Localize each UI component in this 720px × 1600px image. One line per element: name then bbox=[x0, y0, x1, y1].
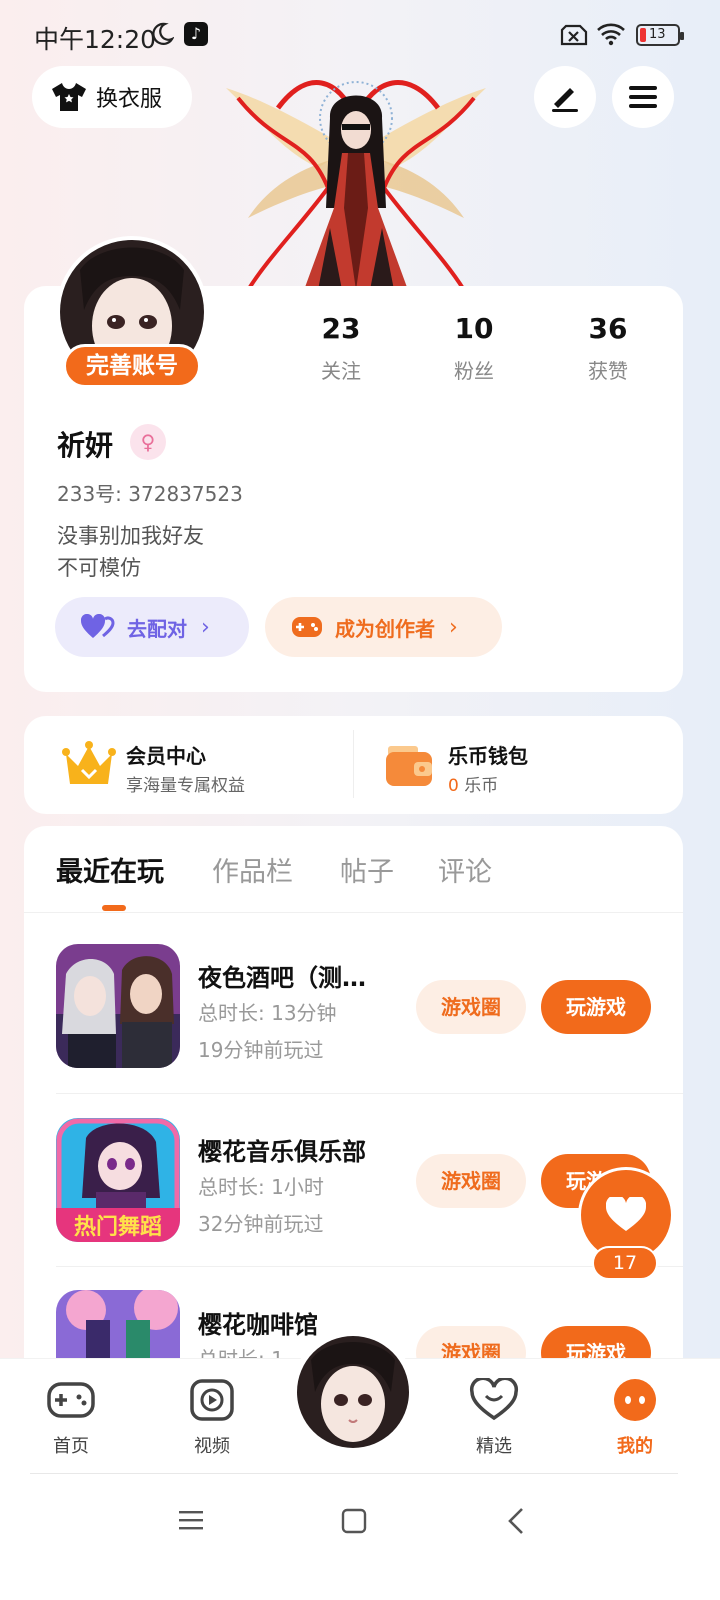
bio: 没事别加我好友 不可模仿 bbox=[57, 520, 204, 584]
member-divider bbox=[353, 730, 354, 798]
floating-like-count: 17 bbox=[592, 1246, 658, 1280]
play-game-button[interactable]: 玩游戏 bbox=[541, 980, 651, 1034]
change-outfit-button[interactable]: 换衣服 bbox=[32, 66, 192, 128]
hamburger-menu-icon bbox=[629, 86, 657, 108]
tab-divider bbox=[24, 912, 683, 913]
chevron-right-icon: › bbox=[201, 614, 210, 640]
wallet-unit: 乐币 bbox=[458, 776, 499, 796]
pair-label: 去配对 bbox=[127, 616, 187, 641]
nav-video-label: 视频 bbox=[194, 1436, 230, 1457]
become-creator-label: 成为创作者 bbox=[335, 616, 435, 641]
game-icon-caption: 热门舞蹈 bbox=[74, 1214, 162, 1240]
nav-home-label: 首页 bbox=[53, 1436, 89, 1457]
game-duration: 总时长: 1小时 bbox=[198, 1175, 324, 1199]
likes-count: 36 bbox=[588, 312, 628, 345]
bio-line-1: 没事别加我好友 bbox=[57, 524, 204, 548]
nav-divider bbox=[30, 1473, 678, 1474]
pair-button[interactable]: 去配对 › bbox=[55, 597, 249, 657]
female-gender-icon: ♀ bbox=[130, 424, 166, 460]
game-title: 樱花音乐俱乐部 bbox=[198, 1138, 366, 1166]
system-nav-bar bbox=[0, 1476, 720, 1600]
nav-featured[interactable]: 精选 bbox=[449, 1376, 539, 1458]
battery-icon: 13 bbox=[636, 24, 684, 46]
tab-recently-played[interactable]: 最近在玩 bbox=[56, 850, 164, 889]
wifi-icon bbox=[597, 23, 625, 46]
following-count: 23 bbox=[321, 312, 361, 345]
complete-account-badge[interactable]: 完善账号 bbox=[63, 344, 201, 388]
status-time: 中午12:20 bbox=[34, 25, 157, 54]
game-circle-button[interactable]: 游戏圈 bbox=[416, 980, 526, 1034]
bio-line-2: 不可模仿 bbox=[57, 556, 141, 580]
game-last-played: 32分钟前玩过 bbox=[198, 1212, 324, 1236]
tiktok-icon: ♪ bbox=[184, 22, 208, 46]
game-icon-sakura-music-club: 热门舞蹈 bbox=[56, 1118, 180, 1242]
home-square-icon[interactable] bbox=[341, 1508, 367, 1534]
nav-center-avatar[interactable] bbox=[291, 1330, 415, 1454]
tab-posts[interactable]: 帖子 bbox=[340, 850, 394, 889]
stat-followers[interactable]: 10 粉丝 bbox=[414, 312, 534, 384]
stat-following[interactable]: 23 关注 bbox=[281, 312, 401, 384]
edit-button[interactable] bbox=[534, 66, 596, 128]
tshirt-icon bbox=[52, 83, 86, 111]
heart-icon bbox=[606, 1197, 646, 1231]
game-icon-night-bar bbox=[56, 944, 180, 1068]
gamepad-plus-icon bbox=[292, 617, 322, 637]
battery-level: 13 bbox=[649, 27, 666, 42]
followers-label: 粉丝 bbox=[454, 359, 494, 383]
wallet-amount: 0 bbox=[448, 776, 459, 796]
vip-center-title: 会员中心 bbox=[126, 744, 206, 768]
heart-badge-icon bbox=[469, 1376, 519, 1421]
game-circle-button[interactable]: 游戏圈 bbox=[416, 1154, 526, 1208]
stat-likes[interactable]: 36 获赞 bbox=[548, 312, 668, 384]
menu-button[interactable] bbox=[612, 66, 674, 128]
recents-menu-icon[interactable] bbox=[178, 1509, 204, 1531]
nav-me[interactable]: 我的 bbox=[590, 1378, 680, 1458]
wallet-balance: 0 乐币 bbox=[448, 771, 498, 796]
tab-comments[interactable]: 评论 bbox=[438, 850, 492, 889]
profile-face-icon bbox=[614, 1379, 656, 1421]
followers-count: 10 bbox=[454, 312, 494, 345]
become-creator-button[interactable]: 成为创作者 › bbox=[265, 597, 502, 657]
active-tab-indicator bbox=[102, 905, 126, 911]
tab-works[interactable]: 作品栏 bbox=[212, 850, 293, 889]
likes-label: 获赞 bbox=[588, 359, 628, 383]
gamepad-icon bbox=[47, 1382, 95, 1418]
back-chevron-icon[interactable] bbox=[506, 1507, 526, 1535]
nav-me-label: 我的 bbox=[617, 1436, 653, 1457]
following-label: 关注 bbox=[321, 359, 361, 383]
game-title: 樱花咖啡馆 bbox=[198, 1311, 318, 1339]
change-outfit-label: 换衣服 bbox=[96, 87, 163, 112]
chevron-right-icon: › bbox=[449, 614, 458, 640]
center-avatar-image bbox=[297, 1336, 409, 1448]
character-avatar-banner[interactable] bbox=[218, 58, 494, 290]
wallet-title: 乐币钱包 bbox=[448, 744, 528, 768]
no-sim-icon bbox=[560, 24, 588, 46]
pencil-icon bbox=[552, 88, 578, 112]
moon-icon bbox=[152, 22, 174, 45]
row-divider bbox=[56, 1266, 683, 1267]
hearts-icon bbox=[81, 614, 115, 638]
username: 祈妍 bbox=[57, 429, 114, 462]
game-last-played: 19分钟前玩过 bbox=[198, 1038, 324, 1062]
row-divider bbox=[56, 1093, 683, 1094]
user-id: 233号: 372837523 bbox=[57, 482, 243, 506]
game-duration: 总时长: 13分钟 bbox=[198, 1001, 337, 1025]
vip-center-subtitle: 享海量专属权益 bbox=[126, 776, 245, 796]
nav-home[interactable]: 首页 bbox=[26, 1378, 116, 1458]
nav-video[interactable]: 视频 bbox=[167, 1378, 257, 1458]
nav-featured-label: 精选 bbox=[476, 1436, 512, 1457]
video-play-icon bbox=[190, 1379, 234, 1421]
game-title: 夜色酒吧（测… bbox=[198, 964, 366, 992]
